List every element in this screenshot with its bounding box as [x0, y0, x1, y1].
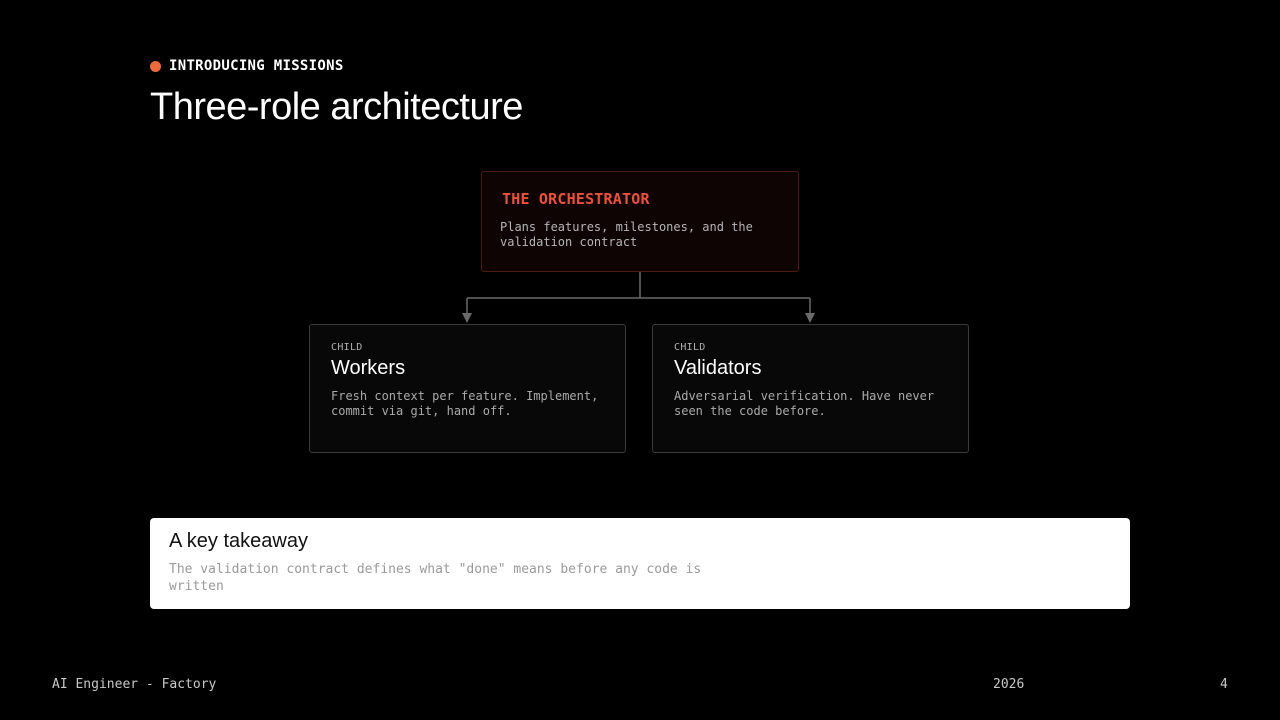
- kicker-label: INTRODUCING MISSIONS: [169, 58, 344, 74]
- slide: INTRODUCING MISSIONS Three-role architec…: [0, 0, 1280, 720]
- orchestrator-node: THE ORCHESTRATOR Plans features, milesto…: [481, 171, 799, 272]
- validators-node: CHILD Validators Adversarial verificatio…: [652, 324, 969, 453]
- workers-node: CHILD Workers Fresh context per feature.…: [309, 324, 626, 453]
- orchestrator-title: THE ORCHESTRATOR: [502, 190, 650, 208]
- page-title: Three-role architecture: [150, 86, 523, 128]
- node-title: Validators: [674, 357, 762, 379]
- footer-event: AI Engineer - Factory: [52, 677, 217, 692]
- node-description: Adversarial verification. Have never see…: [674, 389, 935, 418]
- takeaway-card: A key takeaway The validation contract d…: [150, 518, 1130, 609]
- orchestrator-description: Plans features, milestones, and the vali…: [500, 220, 753, 249]
- section-kicker: INTRODUCING MISSIONS: [150, 58, 344, 74]
- footer-year: 2026: [993, 677, 1025, 692]
- takeaway-description: The validation contract defines what "do…: [169, 562, 702, 594]
- node-tag: CHILD: [331, 342, 363, 353]
- node-tag: CHILD: [674, 342, 706, 353]
- node-title: Workers: [331, 357, 406, 379]
- takeaway-title: A key takeaway: [169, 530, 308, 552]
- arrow-down-icon: [805, 313, 815, 323]
- arrow-down-icon: [462, 313, 472, 323]
- accent-dot-icon: [150, 60, 161, 72]
- node-description: Fresh context per feature. Implement, co…: [331, 389, 599, 418]
- page-number: 4: [1220, 677, 1228, 692]
